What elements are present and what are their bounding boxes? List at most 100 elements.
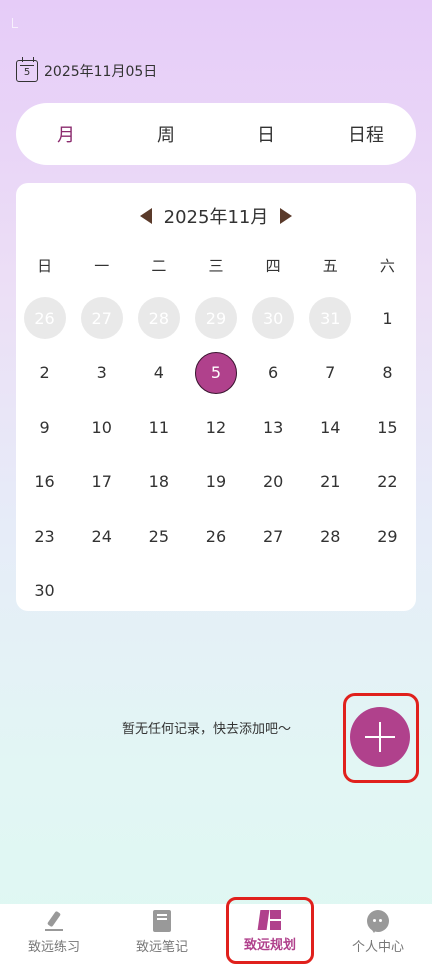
current-date-row: 5 2025年11月05日 — [16, 57, 157, 82]
month-title: 2025年11月 — [163, 207, 269, 228]
nav-item-practice[interactable]: 致远练习 — [0, 904, 108, 964]
bottom-navigation: 致远练习 致远笔记 致远规划 个人中心 — [0, 904, 432, 964]
day-cell[interactable]: 29 — [187, 291, 244, 346]
weekday-header: 日一二三四五六 — [16, 255, 416, 276]
day-cell[interactable]: 13 — [245, 400, 302, 455]
nav-label-plan: 致远规划 — [243, 938, 296, 953]
tab-day[interactable]: 日 — [216, 121, 316, 147]
plan-icon — [257, 910, 281, 930]
day-number: 3 — [96, 363, 107, 383]
day-cell[interactable]: 16 — [16, 455, 73, 510]
nav-item-profile[interactable]: 个人中心 — [324, 904, 432, 964]
empty-state-text: 暂无任何记录，快去添加吧～ — [122, 722, 292, 737]
day-number: 22 — [377, 472, 398, 492]
day-cell[interactable]: 12 — [187, 400, 244, 455]
day-number: 15 — [377, 417, 398, 437]
day-number: 12 — [205, 417, 227, 437]
day-cell[interactable]: 2 — [16, 346, 73, 401]
day-cell[interactable]: 24 — [73, 509, 130, 564]
day-cell-selected[interactable]: 5 — [187, 346, 244, 401]
day-cell[interactable]: 19 — [187, 455, 244, 510]
tab-month[interactable]: 月 — [16, 121, 116, 147]
day-cell[interactable]: 9 — [16, 400, 73, 455]
nav-item-plan[interactable]: 致远规划 — [216, 904, 324, 964]
day-number: 16 — [34, 472, 55, 492]
day-number: 6 — [268, 363, 279, 383]
day-cell[interactable]: 7 — [302, 346, 359, 401]
plus-icon-vertical — [378, 722, 382, 752]
weekday-label: 日 — [37, 257, 53, 275]
day-number: 1 — [382, 308, 393, 328]
day-cell[interactable]: 21 — [302, 455, 359, 510]
day-cell[interactable]: 15 — [359, 400, 416, 455]
day-cell[interactable]: 17 — [73, 455, 130, 510]
day-cell[interactable]: 14 — [302, 400, 359, 455]
weekday-label: 六 — [379, 257, 395, 275]
day-number: 30 — [252, 297, 295, 340]
nav-label-practice: 致远练习 — [27, 940, 80, 955]
day-number: 21 — [320, 472, 341, 492]
month-calendar: 2025年11月 日一二三四五六 26 27 28 29 30 31 1 2 3 4 5 6 7 8 9 10… — [16, 183, 416, 611]
day-number: 29 — [194, 297, 237, 340]
day-cell[interactable]: 22 — [359, 455, 416, 510]
day-number: 10 — [91, 417, 112, 437]
day-cell[interactable]: 8 — [359, 346, 416, 401]
day-number: 29 — [377, 526, 398, 546]
day-cell[interactable]: 25 — [130, 509, 187, 564]
day-cell[interactable]: 28 — [130, 291, 187, 346]
tab-schedule[interactable]: 日程 — [316, 121, 416, 147]
day-cell[interactable]: 27 — [73, 291, 130, 346]
weekday-label: 五 — [322, 257, 338, 275]
day-cell[interactable]: 1 — [359, 291, 416, 346]
weekday-label: 一 — [94, 257, 110, 275]
day-number: 28 — [137, 297, 180, 340]
nav-label-notes: 致远笔记 — [135, 940, 188, 955]
day-number: 19 — [205, 472, 227, 492]
day-number: 27 — [262, 526, 284, 546]
day-cell[interactable]: 26 — [187, 509, 244, 564]
weekday-label: 二 — [151, 257, 167, 275]
next-month-icon[interactable] — [280, 208, 293, 224]
pen-icon — [43, 910, 65, 932]
calendar-header: 2025年11月 — [16, 203, 416, 229]
day-cell[interactable]: 10 — [73, 400, 130, 455]
day-cell[interactable]: 23 — [16, 509, 73, 564]
day-number: 20 — [262, 472, 284, 492]
day-cell[interactable]: 11 — [130, 400, 187, 455]
day-cell[interactable]: 3 — [73, 346, 130, 401]
day-cell[interactable]: 18 — [130, 455, 187, 510]
tab-week[interactable]: 周 — [116, 121, 216, 147]
day-number: 7 — [325, 363, 336, 383]
day-cell[interactable]: 30 — [16, 564, 73, 619]
calendar-icon: 5 — [16, 57, 38, 82]
day-cell[interactable]: 4 — [130, 346, 187, 401]
day-cell[interactable]: 27 — [245, 509, 302, 564]
notebook-icon — [153, 910, 171, 932]
day-cell[interactable]: 6 — [245, 346, 302, 401]
day-number: 24 — [91, 526, 112, 546]
day-cell[interactable]: 30 — [245, 291, 302, 346]
day-grid: 26 27 28 29 30 31 1 2 3 4 5 6 7 8 9 10 11 12 13 14 15 16 17 18 1… — [16, 291, 416, 618]
chat-bubble-icon — [367, 910, 389, 933]
day-cell[interactable]: 31 — [302, 291, 359, 346]
day-number: 2 — [39, 363, 50, 383]
day-number: 8 — [382, 363, 393, 383]
view-mode-tabs: 月 周 日 日程 — [16, 103, 416, 165]
add-record-button[interactable] — [350, 707, 410, 767]
status-bar-indicator — [12, 18, 18, 28]
day-number: 4 — [153, 363, 164, 383]
day-cell[interactable]: 20 — [245, 455, 302, 510]
nav-item-notes[interactable]: 致远笔记 — [108, 904, 216, 964]
prev-month-icon[interactable] — [139, 208, 152, 224]
day-number: 26 — [205, 526, 227, 546]
day-number: 30 — [34, 581, 55, 601]
day-number: 23 — [34, 526, 55, 546]
day-number: 14 — [320, 417, 341, 437]
day-number: 28 — [320, 526, 341, 546]
day-number: 31 — [309, 297, 352, 340]
day-number: 13 — [262, 417, 284, 437]
day-cell[interactable]: 28 — [302, 509, 359, 564]
day-cell[interactable]: 29 — [359, 509, 416, 564]
weekday-label: 三 — [208, 257, 224, 275]
day-cell[interactable]: 26 — [16, 291, 73, 346]
